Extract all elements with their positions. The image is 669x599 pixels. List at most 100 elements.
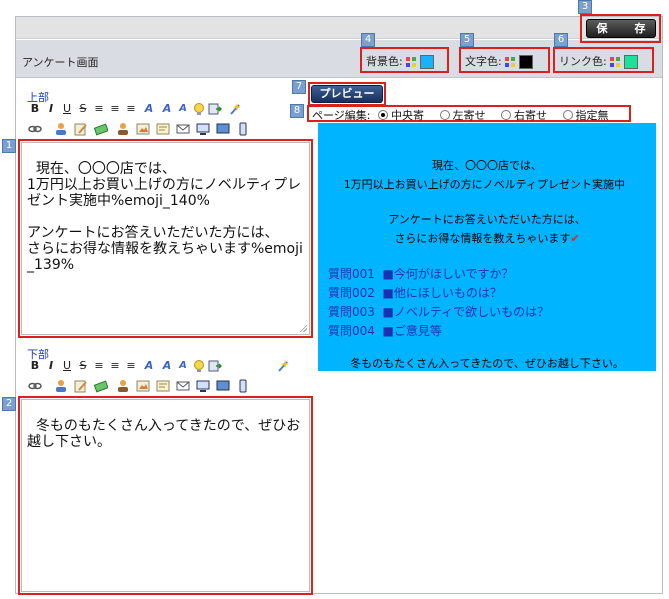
preview-line2: 1万円以上お買い上げの方にノベルティプレゼント実施中 xyxy=(343,178,626,191)
align-center-icon[interactable]: ≡ xyxy=(108,102,122,116)
lower-text-editor[interactable]: 冬ものもたくさん入ってきたので、ぜひお越し下さい。 xyxy=(21,399,310,592)
italic-icon[interactable]: I xyxy=(44,102,58,116)
preview-footer: 冬ものもたくさん入ってきたので、ぜひお越し下さい。 xyxy=(350,357,624,370)
image-icon[interactable] xyxy=(136,379,150,393)
link-color-control[interactable]: リンク色: xyxy=(559,53,638,69)
font-size-up-icon[interactable]: A xyxy=(160,102,174,116)
coupon-icon[interactable] xyxy=(93,122,109,136)
marker-5: 5 xyxy=(460,33,474,47)
question-link-2[interactable]: 質問002 ■他にほしいものは？ xyxy=(328,284,502,301)
user-icon[interactable] xyxy=(54,379,68,393)
bold-icon[interactable]: B xyxy=(28,359,42,373)
italic-icon[interactable]: I xyxy=(44,359,58,373)
mail-icon[interactable] xyxy=(176,122,190,136)
insert-icon[interactable] xyxy=(208,359,223,373)
preview-line1: 現在、〇〇〇店では、 xyxy=(432,159,542,172)
member-icon[interactable] xyxy=(116,379,130,393)
heart-emoji-icon: ✔ xyxy=(570,232,580,245)
bulb-icon[interactable] xyxy=(192,359,206,373)
preview-line4: さらにお得な情報を教えちゃいます xyxy=(394,232,571,245)
monitor-icon[interactable] xyxy=(216,379,230,393)
emoji-icon: ⁺ xyxy=(625,180,631,191)
underline-icon[interactable]: U xyxy=(60,102,74,116)
preview-pane: 現在、〇〇〇店では、 1万円以上お買い上げの方にノベルティプレゼント実施中⁺ ア… xyxy=(318,123,656,371)
align-center-icon[interactable]: ≡ xyxy=(108,359,122,373)
marker-7: 7 xyxy=(292,80,306,94)
lower-text-content: 冬ものもたくさん入ってきたので、ぜひお越し下さい。 xyxy=(27,418,301,450)
link-icon[interactable] xyxy=(28,122,42,136)
marker-2: 2 xyxy=(2,397,16,411)
bg-color-swatch[interactable] xyxy=(419,55,434,69)
bulb-icon[interactable] xyxy=(192,102,206,116)
marker-1: 1 xyxy=(2,139,16,153)
font-size-down-icon[interactable]: A xyxy=(176,359,190,373)
form-icon[interactable] xyxy=(156,379,170,393)
form-icon[interactable] xyxy=(156,122,170,136)
strike-icon[interactable]: S xyxy=(76,359,90,373)
question-link-4[interactable]: 質問004 ■ご意見等 xyxy=(328,322,442,339)
image-icon[interactable] xyxy=(136,122,150,136)
member-icon[interactable] xyxy=(116,122,130,136)
bold-icon[interactable]: B xyxy=(28,102,42,116)
font-color-icon[interactable]: A xyxy=(142,359,156,373)
align-right-icon[interactable]: ≡ xyxy=(124,359,138,373)
layout-option-center[interactable]: 中央寄 xyxy=(378,109,424,122)
link-color-swatch[interactable] xyxy=(623,55,638,69)
radio-icon[interactable] xyxy=(562,110,573,120)
font-size-down-icon[interactable]: A xyxy=(176,102,190,116)
link-icon[interactable] xyxy=(28,379,42,393)
preview-button[interactable]: プレビュー xyxy=(311,85,383,103)
link-color-label: リンク色: xyxy=(559,55,607,68)
text-color-swatch[interactable] xyxy=(518,55,533,69)
resize-handle[interactable] xyxy=(299,324,307,332)
radio-icon[interactable] xyxy=(439,110,450,120)
radio-icon[interactable] xyxy=(501,110,511,120)
text-color-label: 文字色: xyxy=(465,55,502,68)
blink-icon[interactable] xyxy=(228,102,242,116)
question-link-3[interactable]: 質問003 ■ノベルティで欲しいものは？ xyxy=(328,303,549,320)
layout-label: ページ編集: xyxy=(312,109,371,122)
underline-icon[interactable]: U xyxy=(60,359,74,373)
upper-text-editor[interactable]: 現在、〇〇〇店では、 1万円以上お買い上げの方にノベルティプレゼント実施中%em… xyxy=(21,142,310,335)
question-link-1[interactable]: 質問001 ■今何がほしいですか？ xyxy=(328,265,514,282)
layout-option-left[interactable]: 左寄せ xyxy=(439,109,486,122)
mobile-icon[interactable] xyxy=(236,379,250,393)
marker-6: 6 xyxy=(554,33,568,47)
align-left-icon[interactable]: ≡ xyxy=(92,359,106,373)
palette-icon[interactable] xyxy=(505,55,519,68)
align-left-icon[interactable]: ≡ xyxy=(92,102,106,116)
upper-text-content: 現在、〇〇〇店では、 1万円以上お買い上げの方にノベルティプレゼント実施中%em… xyxy=(27,161,303,273)
blink-icon[interactable] xyxy=(276,359,290,373)
font-size-up-icon[interactable]: A xyxy=(160,359,174,373)
strike-icon[interactable]: S xyxy=(76,102,90,116)
edit-icon[interactable] xyxy=(74,122,88,136)
layout-option-none[interactable]: 指定無 xyxy=(562,109,609,122)
font-color-icon[interactable]: A xyxy=(142,102,156,116)
layout-option-right[interactable]: 右寄せ xyxy=(501,109,547,122)
align-right-icon[interactable]: ≡ xyxy=(124,102,138,116)
text-color-control[interactable]: 文字色: xyxy=(465,53,533,69)
edit-icon[interactable] xyxy=(74,379,88,393)
coupon-icon[interactable] xyxy=(93,379,109,393)
save-button[interactable]: 保 存 xyxy=(586,19,656,38)
preview-line2-wrap: 1万円以上お買い上げの方にノベルティプレゼント実施中⁺ xyxy=(318,176,656,192)
marker-4: 4 xyxy=(361,33,375,47)
mail-icon[interactable] xyxy=(176,379,190,393)
mobile-icon[interactable] xyxy=(236,122,250,136)
preview-line4-wrap: さらにお得な情報を教えちゃいます✔ xyxy=(318,230,656,246)
preview-line3: アンケートにお答えいただいた方には、 xyxy=(388,213,586,226)
bg-color-label: 背景色: xyxy=(366,55,403,68)
user-icon[interactable] xyxy=(54,122,68,136)
page-title: アンケート画面 xyxy=(22,56,99,69)
palette-icon[interactable] xyxy=(610,55,624,68)
marker-8: 8 xyxy=(290,104,304,118)
radio-icon[interactable] xyxy=(378,110,388,120)
display-icon[interactable] xyxy=(196,122,210,136)
layout-options: ページ編集: 中央寄 左寄せ 右寄せ 指定無 xyxy=(312,107,609,123)
palette-icon[interactable] xyxy=(406,55,420,68)
monitor-icon[interactable] xyxy=(216,122,230,136)
insert-icon[interactable] xyxy=(208,102,223,116)
display-icon[interactable] xyxy=(196,379,210,393)
bg-color-control[interactable]: 背景色: xyxy=(366,53,434,69)
marker-3: 3 xyxy=(578,0,592,14)
